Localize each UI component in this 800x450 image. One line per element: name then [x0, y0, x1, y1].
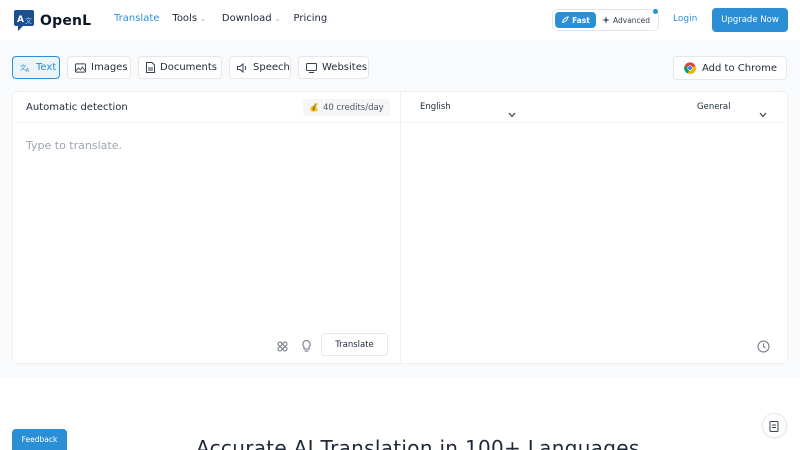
sparkle-icon [602, 16, 610, 24]
source-panel-header: Automatic detection 💰 40 credits/day [13, 92, 400, 123]
logo-text: OpenL [40, 12, 92, 29]
nav-translate-label: Translate [114, 13, 160, 24]
tab-websites[interactable]: Websites [298, 56, 369, 79]
add-to-chrome-label: Add to Chrome [702, 62, 777, 74]
notification-dot [653, 9, 658, 14]
nav-tools-label: Tools [172, 13, 198, 24]
image-icon [75, 62, 86, 73]
svg-text:A: A [26, 68, 30, 73]
source-panel: Automatic detection 💰 40 credits/day Typ… [12, 91, 401, 364]
clipboard-icon [769, 420, 780, 432]
domain-select[interactable]: General [697, 102, 731, 112]
source-language[interactable]: Automatic detection [26, 102, 128, 113]
credits-badge: 💰 40 credits/day [303, 99, 390, 116]
tab-speech-label: Speech [253, 62, 290, 73]
target-panel-header: English General [401, 92, 787, 123]
rocket-icon [561, 16, 569, 24]
lightbulb-icon[interactable] [300, 340, 312, 352]
mode-toggle: Fast Advanced [552, 9, 659, 31]
chevron-down-icon[interactable] [759, 103, 767, 122]
tab-images[interactable]: Images [67, 56, 131, 79]
tab-images-label: Images [91, 62, 128, 73]
money-bag-icon: 💰 [309, 103, 319, 112]
nav-pricing-label: Pricing [293, 13, 328, 24]
main-nav: Translate Tools ⌄ Download ⌄ Pricing [114, 13, 327, 24]
feedback-button[interactable]: Feedback [12, 429, 67, 450]
translate-button[interactable]: Translate [321, 333, 388, 356]
mode-fast-label: Fast [572, 15, 590, 25]
nav-translate[interactable]: Translate [114, 13, 159, 24]
source-text-input[interactable]: Type to translate. [26, 139, 122, 152]
mode-advanced-button[interactable]: Advanced [602, 12, 650, 28]
credits-label: 40 credits/day [322, 102, 384, 113]
chrome-icon [684, 62, 696, 74]
logo-icon: A 文 [14, 10, 36, 31]
target-panel: English General [400, 91, 788, 364]
upgrade-button[interactable]: Upgrade Now [712, 8, 788, 32]
tab-websites-label: Websites [322, 62, 368, 73]
tab-text-label: Text [36, 62, 57, 73]
history-icon[interactable] [757, 338, 770, 357]
nav-download-label: Download [221, 13, 272, 24]
target-language-select[interactable]: English [420, 102, 451, 112]
login-link[interactable]: Login [673, 14, 697, 24]
speaker-icon [237, 62, 248, 73]
document-icon [146, 62, 155, 73]
nav-download[interactable]: Download ⌄ [222, 13, 281, 24]
tab-documents[interactable]: Documents [138, 56, 222, 79]
chevron-down-icon: ⌄ [274, 14, 281, 23]
translate-icon: 文A [20, 62, 31, 73]
tab-speech[interactable]: Speech [229, 56, 291, 79]
nav-tools[interactable]: Tools ⌄ [172, 13, 206, 24]
chevron-down-icon: ⌄ [200, 14, 206, 23]
tab-text[interactable]: 文A Text [12, 56, 60, 79]
section-heading: Accurate AI Translation in 100+ Language… [196, 436, 640, 450]
add-to-chrome-button[interactable]: Add to Chrome [673, 56, 787, 80]
nav-pricing[interactable]: Pricing [294, 13, 328, 24]
monitor-icon [306, 62, 317, 73]
svg-text:A: A [17, 15, 24, 25]
chevron-down-icon[interactable] [508, 103, 516, 122]
tab-documents-label: Documents [160, 62, 218, 73]
logo[interactable]: A 文 OpenL [14, 10, 91, 31]
mode-fast-button[interactable]: Fast [555, 12, 596, 28]
dictionary-icon[interactable] [276, 340, 288, 352]
top-header: A 文 OpenL Translate Tools ⌄ Download ⌄ Pri… [0, 0, 800, 40]
floating-helper-button[interactable] [762, 413, 787, 438]
mode-advanced-label: Advanced [613, 15, 651, 25]
svg-text:文: 文 [25, 16, 32, 25]
